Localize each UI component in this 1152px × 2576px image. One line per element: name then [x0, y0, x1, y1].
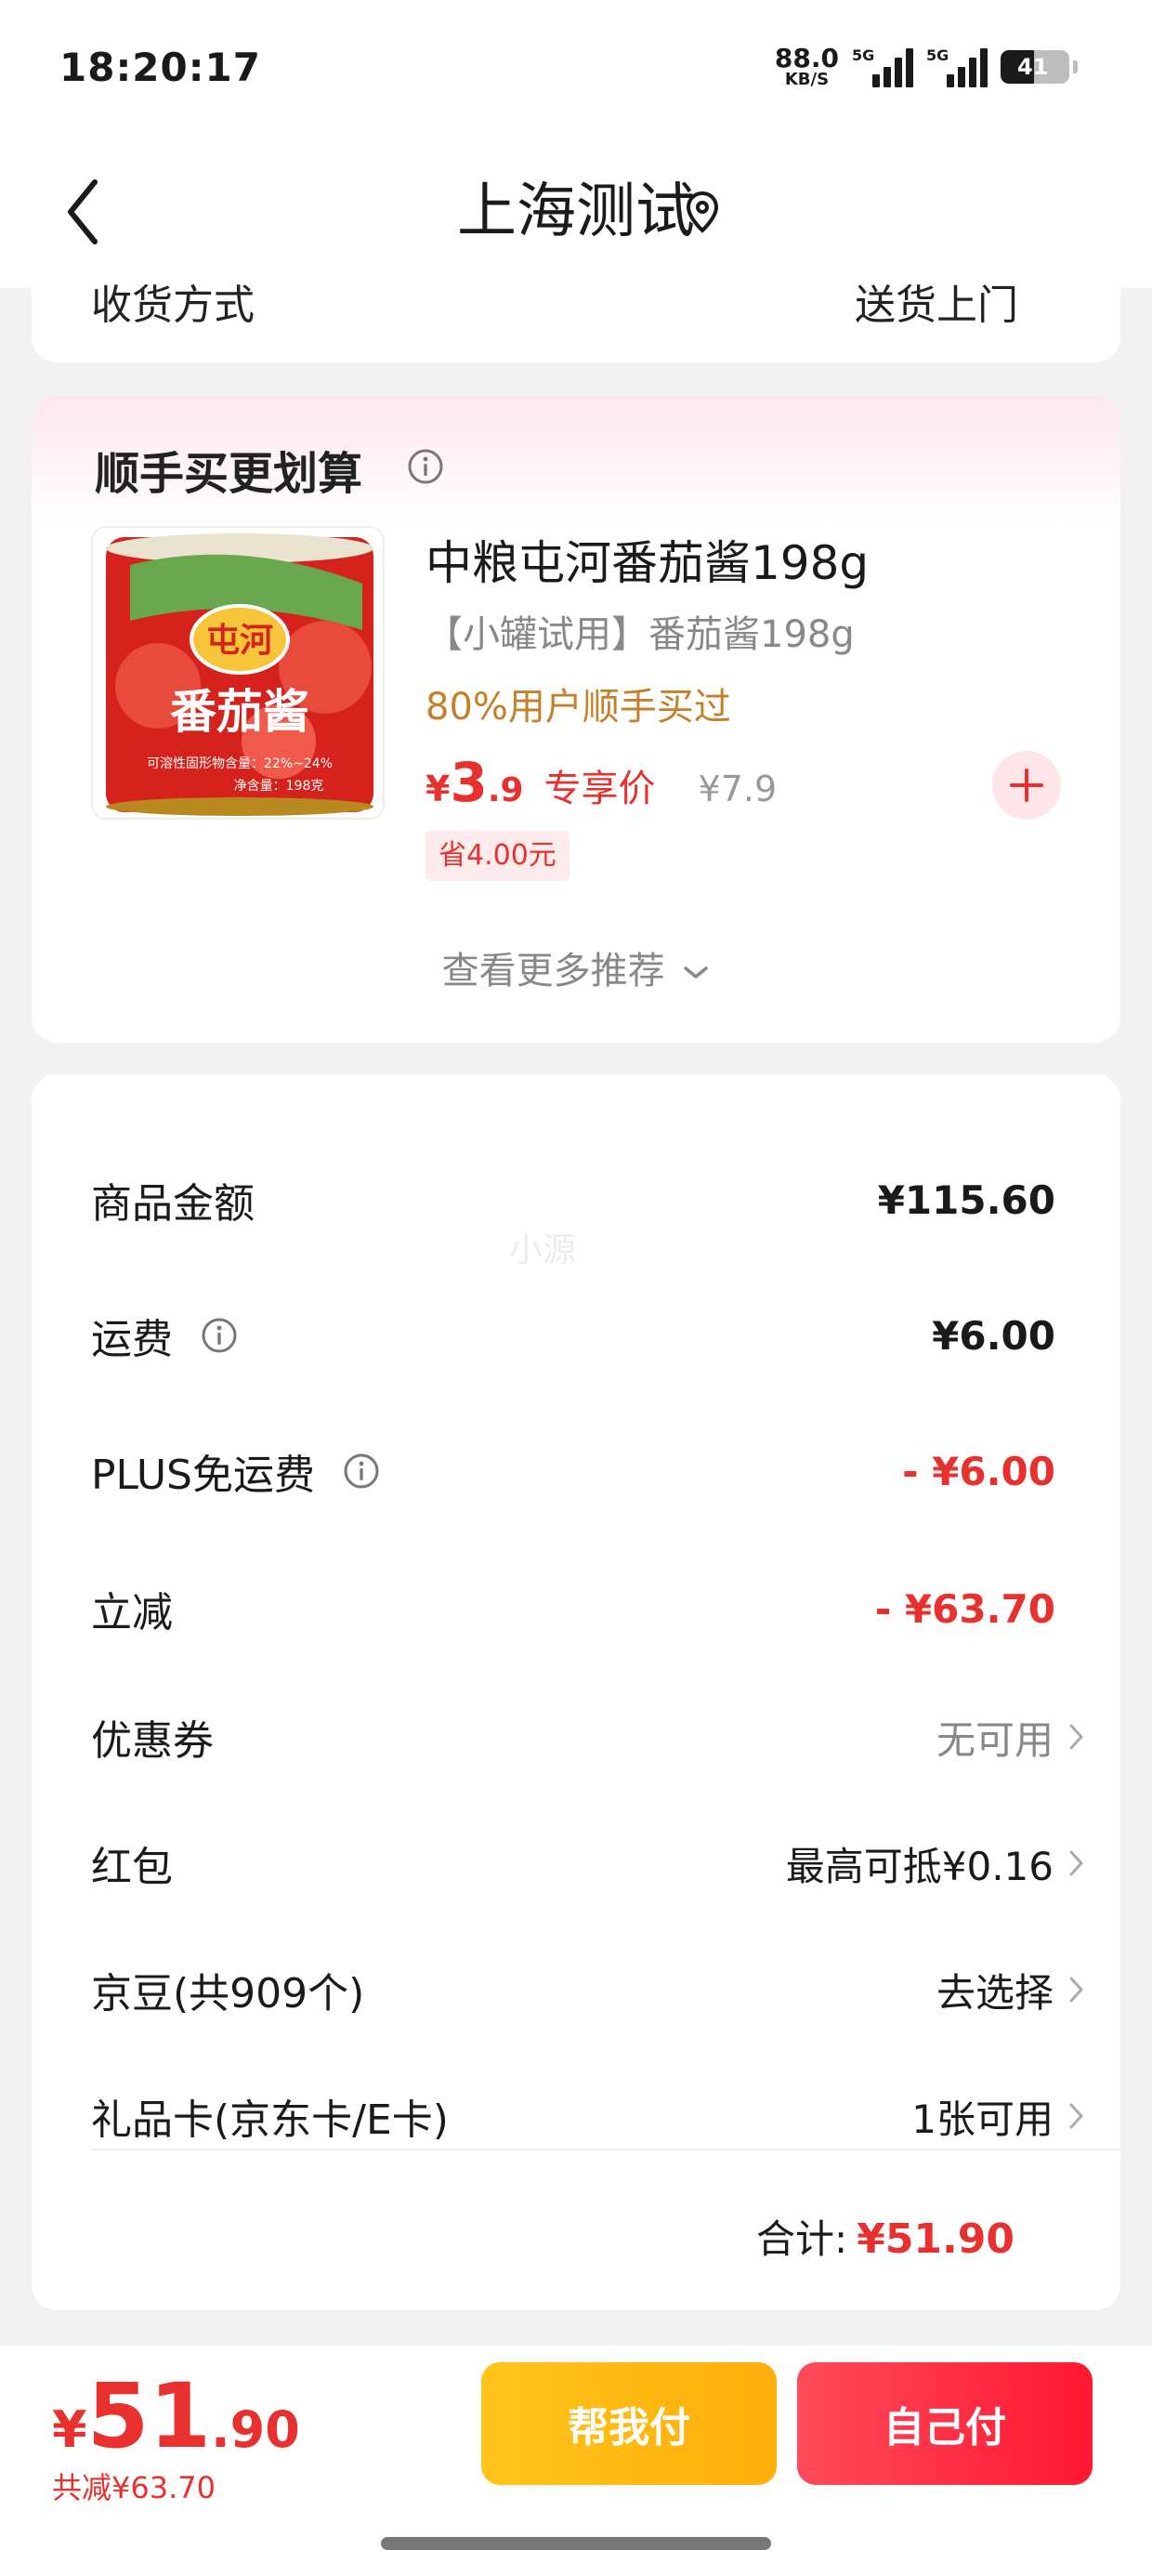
signal-tag: 5G [926, 46, 949, 64]
pay-currency: ¥ [52, 2400, 87, 2459]
summary-value: 1张可用 [911, 2096, 1054, 2142]
more-recommendations-label: 查看更多推荐 [441, 950, 665, 992]
price-currency: ¥ [425, 769, 451, 809]
location-pin-icon[interactable] [684, 190, 721, 234]
status-indicators: 88.0 KB/S 5G 5G 41 [775, 41, 1078, 93]
network-speed-unit: KB/S [784, 70, 830, 89]
summary-row-instant-discount: 立减 - ¥63.70 [91, 1576, 1055, 1641]
page-title: 上海测试 [457, 177, 695, 246]
total-value: ¥51.90 [857, 2215, 1015, 2263]
product-price-row: ¥ 3 .9 专享价 ¥7.9 [425, 751, 777, 814]
product-subtitle: 【小罐试用】番茄酱198g [425, 613, 855, 656]
network-speed: 88.0 KB/S [775, 46, 839, 88]
summary-label: PLUS免运费 [91, 1452, 315, 1499]
recommendation-card: 顺手买更划算 屯河 番茄酱 可溶性固形物含量：22%~24% 净含量：198克 … [32, 396, 1120, 1043]
pay-amount-decimal: .90 [211, 2400, 300, 2459]
summary-value: ¥6.00 [932, 1312, 1055, 1359]
price-integer: 3 [450, 751, 488, 814]
total-label: 合计: [756, 2216, 848, 2262]
can-detail: 可溶性固形物含量：22%~24% [147, 756, 333, 771]
battery-cap [1073, 60, 1078, 73]
summary-row-plus-free-shipping: PLUS免运费 - ¥6.00 [91, 1439, 1055, 1504]
delivery-method-label: 收货方式 [91, 282, 255, 329]
price-label: 专享价 [543, 768, 656, 810]
delivery-method-value[interactable]: 送货上门 [855, 271, 1018, 331]
summary-label: 红包 [91, 1844, 173, 1891]
summary-value: ¥115.60 [877, 1176, 1055, 1223]
original-price: ¥7.9 [698, 769, 778, 809]
summary-value: 去选择 [936, 1969, 1054, 2016]
signal-5g-icon: 5G [852, 46, 913, 87]
summary-label: 优惠券 [91, 1717, 214, 1765]
summary-label: 礼品卡(京东卡/E卡) [91, 2096, 449, 2144]
summary-label: 京豆(共909个) [91, 1970, 365, 2017]
more-recommendations-link[interactable]: 查看更多推荐 [32, 940, 1120, 994]
product-purchase-hint: 80%用户顺手买过 [425, 686, 731, 729]
summary-value: 最高可抵¥0.16 [785, 1843, 1054, 1889]
help-me-pay-button[interactable]: 帮我付 [481, 2362, 777, 2485]
signal-5g-icon: 5G [926, 46, 988, 87]
summary-value: - ¥63.70 [874, 1585, 1055, 1632]
pay-myself-button[interactable]: 自己付 [797, 2362, 1093, 2485]
summary-label: 商品金额 [91, 1180, 255, 1228]
summary-row-shipping: 运费 ¥6.00 [91, 1303, 1055, 1368]
chevron-down-icon [684, 966, 709, 979]
chevron-right-icon [1069, 1724, 1083, 1750]
info-icon[interactable] [407, 448, 444, 485]
pay-amount-integer: 51 [86, 2364, 212, 2468]
status-time: 18:20:17 [59, 45, 261, 90]
pay-amount: ¥ 51 .90 [52, 2364, 300, 2468]
chevron-right-icon [1069, 2103, 1083, 2129]
watermark: 小源 [509, 1231, 577, 1269]
battery-level: 41 [1017, 54, 1049, 80]
network-speed-value: 88.0 [774, 43, 839, 73]
summary-row-jingdou[interactable]: 京豆(共909个) 去选择 [91, 1957, 1083, 2022]
can-weight: 净含量：198克 [234, 779, 324, 794]
battery-icon: 41 [1001, 50, 1069, 84]
tomato-paste-can-image: 屯河 番茄酱 可溶性固形物含量：22%~24% 净含量：198克 [106, 533, 373, 816]
total-row: 合计: ¥51.90 [756, 2208, 1015, 2265]
home-indicator[interactable] [381, 2537, 771, 2550]
chevron-right-icon [1069, 1850, 1083, 1876]
chevron-right-icon [1069, 1977, 1083, 2003]
product-image[interactable]: 屯河 番茄酱 可溶性固形物含量：22%~24% 净含量：198克 [91, 526, 385, 820]
price-decimal: .9 [487, 771, 524, 809]
recommendation-title: 顺手买更划算 [95, 448, 363, 500]
signal-tag: 5G [852, 46, 875, 64]
info-icon[interactable] [201, 1317, 238, 1354]
summary-row-gift-card[interactable]: 礼品卡(京东卡/E卡) 1张可用 [91, 2083, 1083, 2149]
summary-value: 无可用 [936, 1716, 1054, 1763]
can-brand: 屯河 [206, 622, 273, 660]
add-to-cart-button[interactable] [992, 751, 1061, 820]
saving-badge: 省4.00元 [425, 831, 569, 881]
product-name[interactable]: 中粮屯河番茄酱198g [425, 526, 869, 593]
summary-row-coupon[interactable]: 优惠券 无可用 [91, 1704, 1083, 1769]
summary-label: 立减 [91, 1589, 173, 1636]
can-text: 番茄酱 [170, 685, 309, 739]
plus-icon [1010, 769, 1043, 802]
delivery-method-card: 收货方式 送货上门 [32, 260, 1120, 362]
total-saved: 共减¥63.70 [52, 2470, 216, 2505]
summary-row-red-packet[interactable]: 红包 最高可抵¥0.16 [91, 1831, 1083, 1896]
summary-value: - ¥6.00 [902, 1448, 1055, 1494]
status-bar: 18:20:17 88.0 KB/S 5G 5G 41 [0, 0, 1152, 139]
divider [91, 2149, 1120, 2150]
info-icon[interactable] [343, 1452, 380, 1490]
summary-label: 运费 [91, 1316, 173, 1363]
